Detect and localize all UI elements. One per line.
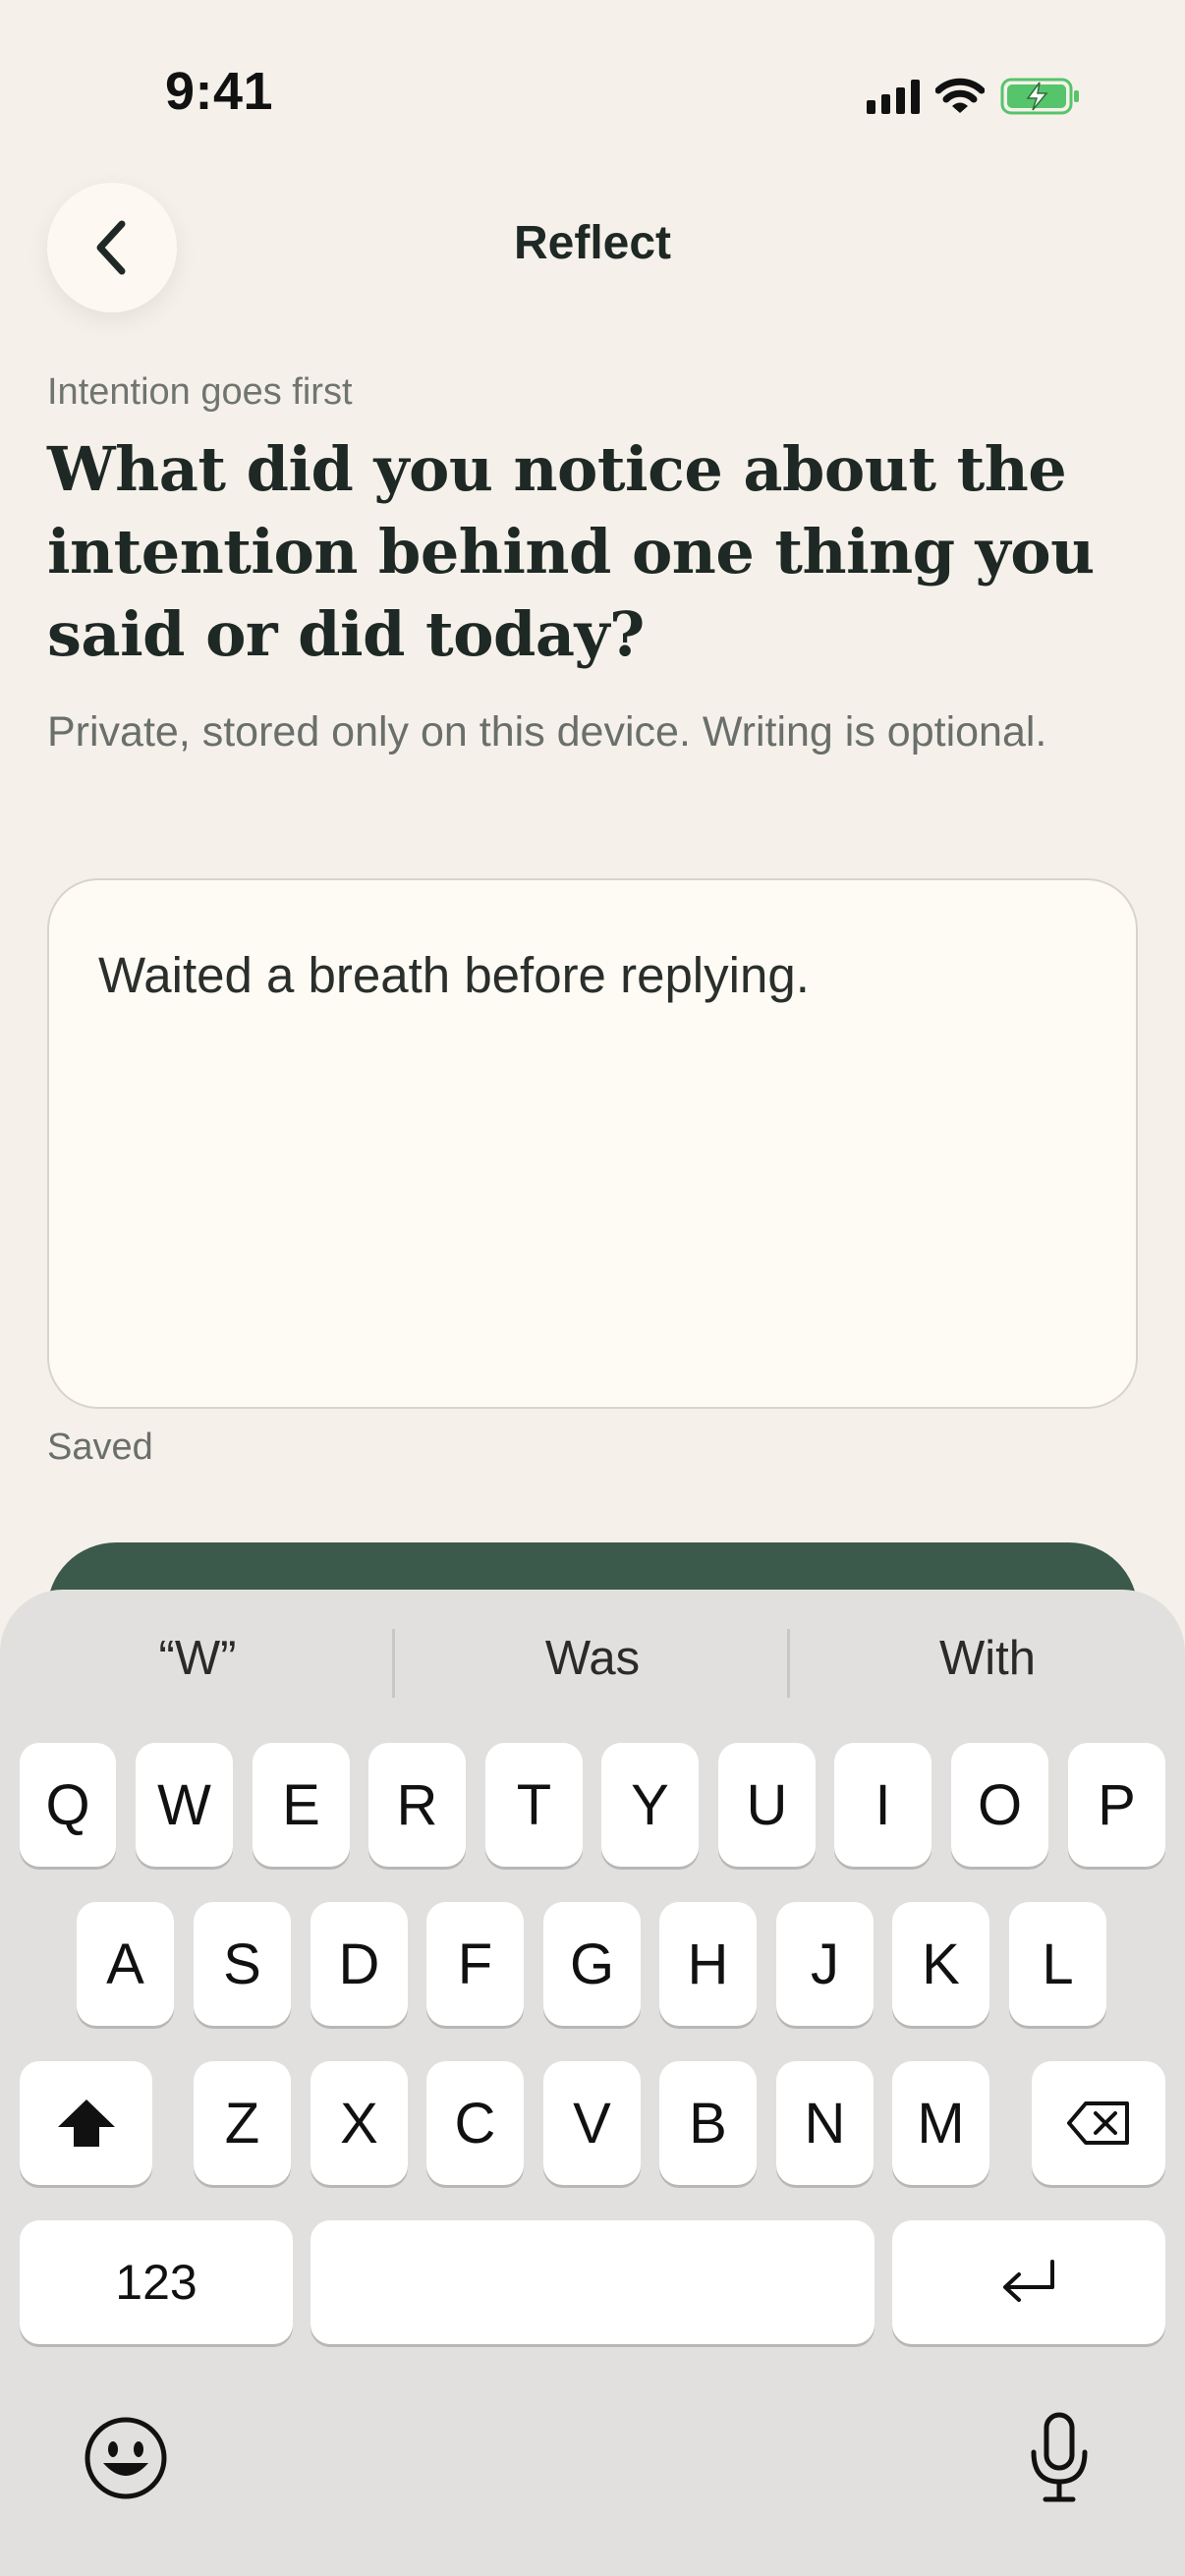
key-o[interactable]: O xyxy=(951,1743,1048,1867)
dictation-button[interactable] xyxy=(1012,2403,1106,2513)
key-r[interactable]: R xyxy=(368,1743,466,1867)
signal-icon xyxy=(867,79,920,114)
shift-key[interactable] xyxy=(20,2061,152,2185)
key-t[interactable]: T xyxy=(485,1743,583,1867)
key-a[interactable]: A xyxy=(77,1902,174,2026)
reflection-input[interactable]: Waited a breath before replying. xyxy=(47,878,1138,1409)
privacy-note: Private, stored only on this device. Wri… xyxy=(47,708,1047,756)
save-status: Saved xyxy=(47,1427,153,1468)
prompt-eyebrow: Intention goes first xyxy=(47,371,353,413)
key-x[interactable]: X xyxy=(310,2061,408,2185)
key-j[interactable]: J xyxy=(776,1902,874,2026)
key-d[interactable]: D xyxy=(310,1902,408,2026)
key-w[interactable]: W xyxy=(136,1743,233,1867)
key-k[interactable]: K xyxy=(892,1902,989,2026)
keyboard: “W” Was With Q W E R T Y U I O P A S D F… xyxy=(0,1590,1185,2576)
key-c[interactable]: C xyxy=(426,2061,524,2185)
wifi-icon xyxy=(935,78,985,113)
key-y[interactable]: Y xyxy=(601,1743,699,1867)
prompt-question: What did you notice about the intention … xyxy=(47,433,1095,670)
suggestion-3[interactable]: With xyxy=(790,1631,1185,1686)
key-b[interactable]: B xyxy=(659,2061,757,2185)
numbers-key[interactable]: 123 xyxy=(20,2220,293,2344)
key-u[interactable]: U xyxy=(718,1743,816,1867)
emoji-button[interactable] xyxy=(79,2411,173,2505)
key-g[interactable]: G xyxy=(543,1902,641,2026)
key-v[interactable]: V xyxy=(543,2061,641,2185)
key-s[interactable]: S xyxy=(194,1902,291,2026)
delete-icon xyxy=(1067,2101,1129,2145)
status-icons xyxy=(867,73,1081,120)
reflection-input-value: Waited a breath before replying. xyxy=(98,947,810,1003)
suggestion-2[interactable]: Was xyxy=(395,1631,790,1686)
status-bar: 9:41 xyxy=(0,0,1185,187)
key-h[interactable]: H xyxy=(659,1902,757,2026)
battery-charging-icon xyxy=(1000,78,1079,115)
return-icon xyxy=(1003,2260,1054,2302)
key-f[interactable]: F xyxy=(426,1902,524,2026)
suggestion-bar: “W” Was With xyxy=(0,1590,1185,1739)
page-title: Reflect xyxy=(513,217,672,269)
key-z[interactable]: Z xyxy=(194,2061,291,2185)
shift-icon xyxy=(57,2100,115,2147)
status-time: 9:41 xyxy=(165,62,274,121)
suggestion-1[interactable]: “W” xyxy=(0,1631,395,1686)
key-q[interactable]: Q xyxy=(20,1743,116,1867)
microphone-icon xyxy=(1031,2412,1088,2502)
key-n[interactable]: N xyxy=(776,2061,874,2185)
space-key[interactable] xyxy=(310,2220,875,2344)
key-i[interactable]: I xyxy=(834,1743,931,1867)
key-l[interactable]: L xyxy=(1009,1902,1106,2026)
emoji-icon xyxy=(85,2417,167,2499)
key-m[interactable]: M xyxy=(892,2061,989,2185)
return-key[interactable] xyxy=(892,2220,1165,2344)
key-e[interactable]: E xyxy=(253,1743,350,1867)
key-p[interactable]: P xyxy=(1068,1743,1165,1867)
delete-key[interactable] xyxy=(1032,2061,1165,2185)
